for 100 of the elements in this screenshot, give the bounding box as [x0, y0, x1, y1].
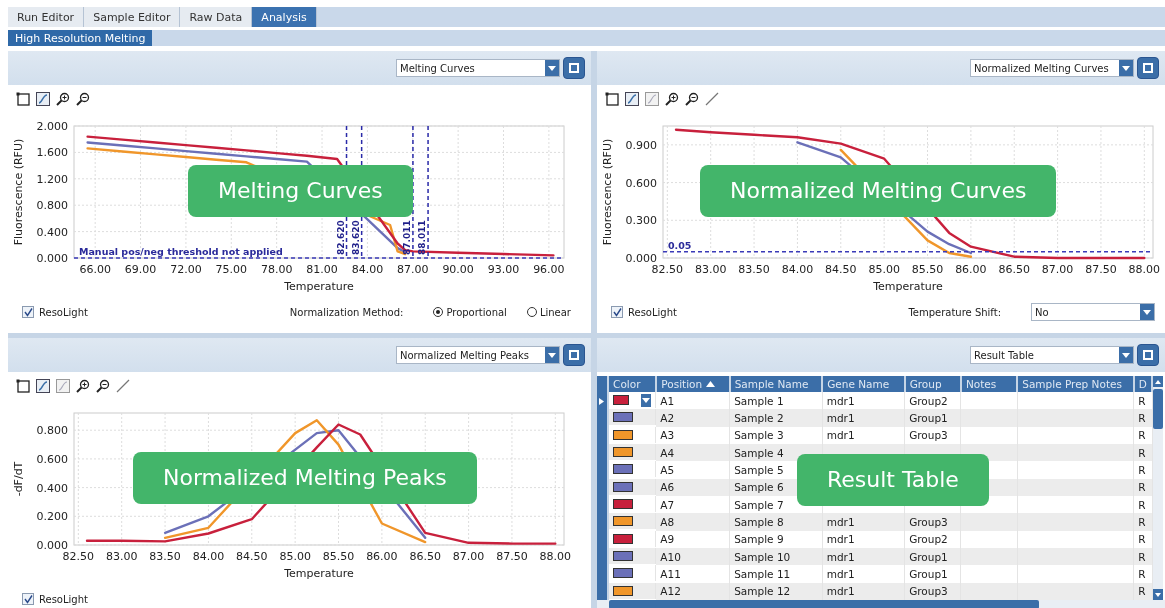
color-swatch[interactable] [613, 585, 634, 596]
table-cell: Sample 10 [729, 547, 823, 566]
marker-line[interactable] [427, 125, 429, 259]
zoom-in-icon[interactable] [56, 92, 70, 106]
zoom-in-icon[interactable] [76, 379, 90, 393]
caret-icon [548, 352, 556, 358]
resolight-checkbox[interactable]: ResoLight [22, 593, 88, 605]
color-swatch[interactable] [613, 464, 634, 475]
tab[interactable]: Sample Editor [84, 7, 181, 27]
fit-chart-icon[interactable] [36, 379, 50, 393]
column-header[interactable]: Position [656, 376, 730, 392]
tab[interactable]: Analysis [252, 7, 317, 27]
color-swatch[interactable] [613, 395, 630, 405]
resolight-checkbox[interactable]: ResoLight [611, 306, 677, 318]
normalization-radio[interactable]: Linear [526, 306, 571, 318]
checkbox[interactable] [611, 306, 623, 318]
x-tick-label: 72.00 [170, 263, 202, 276]
threshold-label: 0.05 [668, 239, 692, 251]
y-tick-label: 0.000 [625, 252, 657, 265]
column-header[interactable]: Notes [960, 376, 1018, 392]
view-dropdown[interactable]: Melting Curves [396, 59, 560, 77]
column-header[interactable]: Gene Name [822, 376, 905, 392]
scroll-up-button[interactable] [1153, 376, 1163, 387]
horizontal-scrollbar[interactable] [597, 600, 1165, 608]
scroll-thumb[interactable] [1153, 389, 1163, 429]
color-swatch[interactable] [613, 481, 634, 492]
vertical-scrollbar[interactable] [1153, 376, 1163, 600]
maximize-button[interactable] [1137, 344, 1159, 366]
zoom-out-icon[interactable] [96, 379, 110, 393]
view-dropdown[interactable]: Result Table [970, 346, 1134, 364]
column-header[interactable]: Sample Prep Notes [1017, 376, 1134, 392]
color-swatch[interactable] [613, 429, 634, 440]
caption-label: Normalized Melting Curves [700, 165, 1057, 217]
table-cell: R [1133, 461, 1152, 479]
color-dropdown[interactable] [641, 393, 652, 407]
maximize-button[interactable] [563, 344, 585, 366]
tab[interactable]: Raw Data [180, 7, 253, 27]
x-tick-label: 75.00 [215, 263, 248, 276]
x-tick-label: 83.00 [105, 550, 138, 563]
zoom-in-icon[interactable] [665, 92, 679, 106]
line-tool-icon[interactable] [705, 92, 719, 106]
checkbox[interactable] [22, 306, 34, 318]
table-cell: Group2 [904, 530, 961, 548]
table-cell: Group1 [904, 547, 961, 566]
x-tick-label: 82.50 [62, 550, 95, 563]
color-swatch[interactable] [613, 568, 634, 579]
view-dropdown[interactable]: Normalized Melting Curves [970, 59, 1134, 77]
subtab[interactable]: High Resolution Melting [8, 30, 153, 46]
caret-icon [548, 65, 556, 71]
table-cell: mdr1 [822, 513, 905, 531]
fit-chart-icon[interactable] [36, 92, 50, 106]
table-cell: A12 [656, 582, 730, 600]
column-header[interactable]: Sample Name [729, 376, 823, 392]
caption-label: Melting Curves [188, 165, 413, 217]
marker-line[interactable] [412, 125, 414, 259]
y-tick-label: 0.600 [625, 176, 657, 190]
temperature-shift-dropdown[interactable]: No [1031, 303, 1155, 321]
marker-label: 88.011 [417, 220, 428, 255]
zoom-out-icon[interactable] [685, 92, 699, 106]
table-cell: Group3 [904, 582, 961, 600]
threshold-label: Manual pos/neg threshold not applied [79, 246, 283, 257]
column-header[interactable]: Color [608, 376, 657, 392]
table-cell: A10 [656, 547, 730, 566]
table-cell: mdr1 [822, 426, 905, 444]
color-swatch[interactable] [613, 533, 634, 544]
y-tick-label: 0.000 [36, 539, 68, 552]
sort-ascending-icon [706, 381, 716, 387]
column-header[interactable]: Group [904, 376, 961, 392]
select-tool-icon[interactable] [605, 92, 619, 106]
tab[interactable]: Run Editor [8, 7, 85, 27]
fit-chart-icon[interactable] [625, 92, 639, 106]
table-cell: A6 [656, 478, 730, 496]
checkbox[interactable] [22, 593, 34, 605]
x-axis-label: Temperature [284, 567, 354, 580]
row-pointer-icon [599, 397, 604, 405]
maximize-button[interactable] [563, 57, 585, 79]
zoom-out-icon[interactable] [76, 92, 90, 106]
maximize-button[interactable] [1137, 57, 1159, 79]
x-tick-label: 69.00 [124, 263, 157, 276]
table-cell: R [1133, 530, 1152, 548]
color-swatch[interactable] [613, 550, 634, 561]
color-swatch[interactable] [613, 412, 634, 423]
normalization-radio[interactable]: Proportional [433, 306, 507, 318]
color-swatch[interactable] [613, 516, 634, 527]
row-header-corner [597, 376, 609, 392]
resolight-checkbox[interactable]: ResoLight [22, 306, 88, 318]
color-swatch[interactable] [613, 498, 634, 509]
view-dropdown[interactable]: Normalized Melting Peaks [396, 346, 560, 364]
up-arrow-icon [1155, 379, 1161, 384]
select-tool-icon[interactable] [16, 92, 30, 106]
x-axis-label: Temperature [284, 280, 354, 293]
select-tool-icon[interactable] [16, 379, 30, 393]
table-cell: Sample 3 [729, 426, 823, 444]
row-header[interactable] [597, 582, 609, 600]
caret-icon [642, 397, 651, 403]
checkmark-icon [23, 307, 33, 317]
line-tool-icon[interactable] [116, 379, 130, 393]
table-cell: Group3 [904, 513, 961, 531]
scroll-down-button[interactable] [1153, 589, 1163, 600]
color-swatch[interactable] [613, 447, 634, 457]
